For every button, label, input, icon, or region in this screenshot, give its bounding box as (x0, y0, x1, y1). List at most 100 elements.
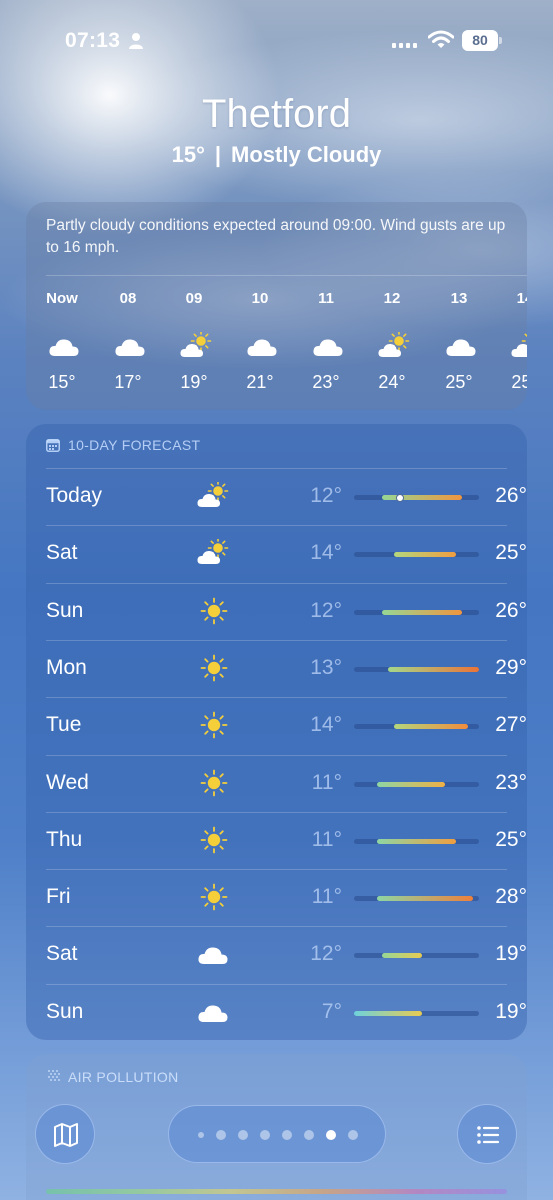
forecast-high-temp: 25° (495, 827, 527, 851)
forecast-day-row[interactable]: Today 12° 26° (46, 468, 527, 525)
row-divider (46, 869, 507, 871)
forecast-high-temp: 19° (495, 999, 527, 1023)
hourly-time: 12 (383, 290, 401, 307)
forecast-low-temp: 14° (310, 541, 342, 565)
list-icon (477, 1126, 500, 1144)
forecast-day-row[interactable]: Sun 12° 26° (46, 582, 527, 640)
air-quality-icon (48, 1070, 60, 1081)
temperature-range-bar (354, 552, 479, 558)
forecast-day-name: Sun (46, 598, 84, 622)
forecast-high-temp: 26° (495, 598, 527, 622)
temperature-range-bar (354, 781, 479, 787)
temperature-range-bar (354, 724, 479, 730)
forecast-day-row[interactable]: Wed 11° 23° (46, 754, 527, 812)
forecast-low-temp: 14° (310, 713, 342, 737)
temperature-range-fill (382, 609, 462, 615)
page-dot (216, 1130, 226, 1140)
hourly-divider (46, 275, 527, 276)
hourly-time: 10 (251, 290, 269, 307)
cellular-signal-icon (392, 43, 417, 48)
row-divider (46, 582, 507, 584)
forecast-high-temp: 19° (495, 942, 527, 966)
cloud-icon (196, 940, 232, 968)
hourly-temperature: 21° (246, 372, 274, 392)
battery-indicator: 80 (462, 30, 502, 51)
hourly-time: 09 (185, 290, 203, 307)
current-conditions: 15° | Mostly Cloudy (0, 142, 553, 168)
forecast-day-row[interactable]: Mon 13° 29° (46, 639, 527, 697)
forecast-low-temp: 11° (311, 827, 342, 851)
status-time: 07:13 (65, 29, 121, 52)
partly-sunny-icon (179, 330, 212, 357)
ten-day-forecast-card[interactable]: 10-DAY FORECAST Today 12° 26° Sat 14° 25° Sun 1… (26, 424, 527, 1040)
hourly-item: 09 19° (164, 290, 224, 393)
temperature-range-fill (388, 666, 479, 672)
page-dot (348, 1130, 358, 1140)
cloud-icon (47, 332, 79, 356)
hourly-time: 08 (119, 290, 137, 307)
row-divider (46, 811, 507, 813)
air-pollution-title: AIR POLLUTION (68, 1069, 179, 1085)
cloud-icon (245, 332, 277, 356)
page-dot-active (326, 1130, 336, 1140)
forecast-day-name: Mon (46, 655, 87, 679)
hourly-item: 11 23° (296, 290, 356, 393)
hourly-time: 11 (318, 290, 334, 307)
temperature-range-bar (354, 493, 479, 502)
forecast-day-name: Wed (46, 770, 89, 794)
forecast-high-temp: 27° (495, 713, 527, 737)
sun-icon (196, 769, 232, 797)
temperature-range-bar (354, 896, 479, 902)
partly-sunny-icon (377, 330, 410, 357)
map-button[interactable] (35, 1104, 95, 1164)
battery-level: 80 (462, 30, 498, 51)
sun-icon (196, 883, 232, 911)
temperature-range-bar (354, 1010, 479, 1016)
forecast-low-temp: 12° (310, 598, 342, 622)
row-divider (46, 926, 507, 928)
hourly-time: Now (46, 290, 78, 307)
forecast-high-temp: 29° (495, 655, 527, 679)
page-dot (238, 1130, 248, 1140)
forecast-high-temp: 25° (495, 541, 527, 565)
hourly-temperature: 19° (180, 372, 208, 392)
cloud-icon (113, 332, 145, 356)
temperature-range-fill (393, 724, 468, 730)
page-indicator[interactable] (168, 1105, 386, 1163)
current-condition: Mostly Cloudy (231, 142, 382, 167)
hourly-item: 14 25° (495, 290, 527, 393)
forecast-day-row[interactable]: Thu 11° 25° (46, 811, 527, 869)
sun-icon (196, 711, 232, 739)
temperature-range-bar (354, 953, 479, 959)
forecast-day-row[interactable]: Fri 11° 28° (46, 869, 527, 926)
temperature-range-fill (382, 495, 462, 500)
forecast-low-temp: 11° (311, 770, 342, 794)
page-dot (282, 1130, 292, 1140)
status-bar: 07:13 80 (0, 0, 553, 80)
forecast-day-row[interactable]: Sat 14° 25° (46, 525, 527, 582)
wifi-icon (428, 30, 454, 48)
battery-tip (499, 37, 502, 44)
forecast-day-row[interactable]: Tue 14° 27° (46, 697, 527, 754)
forecast-day-row[interactable]: Sat 12° 19° (46, 926, 527, 983)
forecast-title: 10-DAY FORECAST (68, 437, 201, 453)
forecast-low-temp: 11° (311, 885, 342, 909)
row-divider (46, 754, 507, 756)
locations-list-button[interactable] (457, 1104, 517, 1164)
page-dot (304, 1130, 314, 1140)
cloud-icon (444, 332, 476, 356)
row-divider (46, 697, 507, 699)
page-dot (260, 1130, 270, 1140)
temperature-range-fill (376, 896, 474, 902)
partly-sunny-icon (196, 537, 232, 567)
row-divider (46, 983, 507, 985)
air-quality-scale (46, 1189, 507, 1194)
hourly-item: 10 21° (230, 290, 290, 393)
current-temperature: 15° (171, 142, 205, 167)
hourly-forecast-card[interactable]: Partly cloudy conditions expected around… (26, 202, 527, 410)
forecast-day-row[interactable]: Sun 7° 19° (46, 983, 527, 1040)
hourly-summary: Partly cloudy conditions expected around… (46, 217, 506, 256)
forecast-low-temp: 7° (321, 999, 342, 1023)
hourly-temperature: 24° (378, 372, 406, 392)
forecast-high-temp: 23° (495, 770, 527, 794)
